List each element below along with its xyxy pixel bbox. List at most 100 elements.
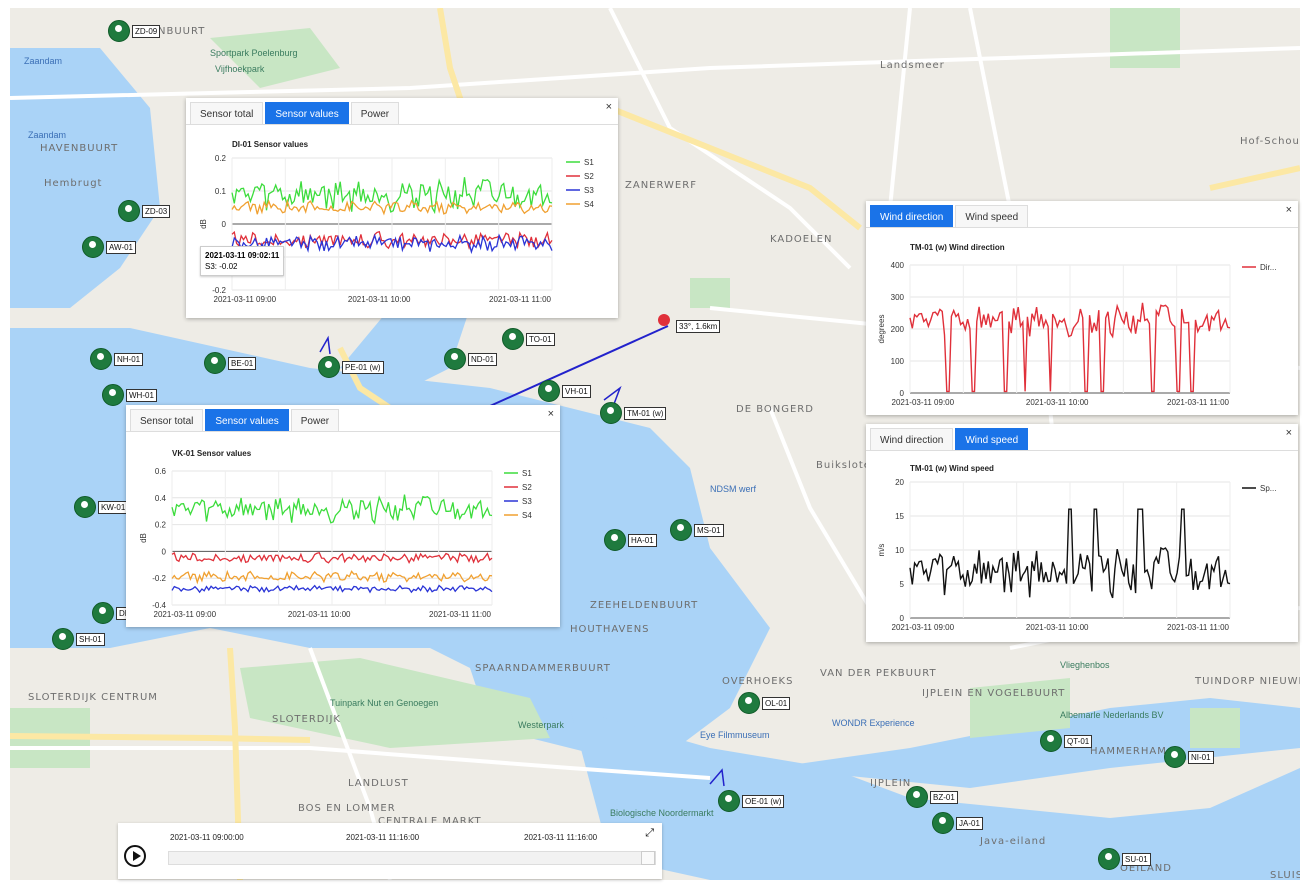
map-area-label: ZANERWERF — [625, 180, 697, 191]
sensor-marker[interactable]: NH-01 — [90, 348, 144, 370]
tab-wind-speed[interactable]: Wind speed — [955, 428, 1029, 450]
sensor-id-label: WH-01 — [126, 388, 157, 402]
sensor-pin-icon[interactable] — [718, 790, 740, 812]
sensor-pin-icon[interactable] — [82, 236, 104, 258]
sensor-marker[interactable]: AW-01 — [82, 236, 137, 258]
sensor-pin-icon[interactable] — [738, 692, 760, 714]
poi-label[interactable]: Westerpark — [518, 720, 564, 730]
panel-tabs: Wind direction Wind speed — [866, 424, 1298, 451]
sensor-id-label: SH-01 — [76, 632, 105, 646]
sensor-marker[interactable]: QT-01 — [1040, 730, 1093, 752]
sensor-pin-icon[interactable] — [1164, 746, 1186, 768]
sensor-marker[interactable]: WH-01 — [102, 384, 157, 406]
sensor-id-label: BE-01 — [228, 356, 257, 370]
sensor-id-label: AW-01 — [106, 240, 137, 254]
sensor-pin-icon[interactable] — [108, 20, 130, 42]
sensor-pin-icon[interactable] — [502, 328, 524, 350]
timeline-control: 2021-03-11 09:00:00 2021-03-11 11:16:00 … — [118, 823, 662, 879]
sensor-marker[interactable]: OE-01 (w) — [718, 790, 785, 812]
sensor-marker[interactable]: TO-01 — [502, 328, 555, 350]
sensor-marker[interactable]: OL-01 — [738, 692, 791, 714]
y-tick-label: 400 — [891, 261, 905, 270]
sensor-pin-icon[interactable] — [670, 519, 692, 541]
sensor-marker[interactable]: PE-01 (w) — [318, 356, 384, 378]
sensor-pin-icon[interactable] — [1040, 730, 1062, 752]
map-area-label: KADOELEN — [770, 234, 833, 245]
slider-handle[interactable] — [641, 851, 655, 865]
sensor-marker[interactable]: ZD-09 — [108, 20, 161, 42]
sensor-pin-icon[interactable] — [538, 380, 560, 402]
y-tick-label: 20 — [895, 478, 904, 487]
poi-label[interactable]: Zaandam — [28, 130, 66, 140]
map-area-label: OVERHOEKS — [722, 676, 794, 687]
y-axis-label: m/s — [877, 544, 886, 557]
sensor-marker[interactable]: JA-01 — [932, 812, 983, 834]
sensor-marker[interactable]: TM-01 (w) — [600, 402, 667, 424]
sensor-marker[interactable]: HA-01 — [604, 529, 657, 551]
sensor-marker[interactable]: SU-01 — [1098, 848, 1151, 870]
sensor-pin-icon[interactable] — [318, 356, 340, 378]
sensor-pin-icon[interactable] — [118, 200, 140, 222]
sensor-pin-icon[interactable] — [90, 348, 112, 370]
sensor-pin-icon[interactable] — [604, 529, 626, 551]
poi-label[interactable]: Albemarle Nederlands BV — [1060, 710, 1164, 720]
tab-wind-direction[interactable]: Wind direction — [870, 205, 954, 227]
play-icon[interactable] — [124, 845, 146, 867]
map-area-label: IJPLEIN EN VOGELBUURT — [922, 688, 1066, 699]
sensor-marker[interactable]: NI-01 — [1164, 746, 1214, 768]
poi-label[interactable]: Eye Filmmuseum — [700, 730, 770, 740]
sensor-pin-icon[interactable] — [906, 786, 928, 808]
wind-panel-speed: Wind direction Wind speed × TM-01 (w) Wi… — [866, 424, 1298, 642]
close-icon[interactable]: × — [1286, 427, 1292, 439]
y-tick-label: 0 — [162, 547, 167, 556]
location-pin-icon[interactable] — [658, 314, 670, 326]
tab-sensor-total[interactable]: Sensor total — [130, 409, 204, 431]
sensor-id-label: ZD-09 — [132, 24, 161, 38]
timeline-slider[interactable] — [168, 851, 656, 865]
poi-label[interactable]: Tuinpark Nut en Genoegen — [330, 698, 438, 708]
sensor-marker[interactable]: MS-01 — [670, 519, 724, 541]
close-icon[interactable]: × — [548, 408, 554, 420]
tab-wind-speed[interactable]: Wind speed — [955, 205, 1029, 227]
poi-label[interactable]: Vlieghenbos — [1060, 660, 1110, 670]
poi-label[interactable]: Biologische Noordermarkt — [610, 808, 714, 818]
tab-power[interactable]: Power — [350, 102, 400, 124]
sensor-pin-icon[interactable] — [102, 384, 124, 406]
poi-label[interactable]: WONDR Experience — [832, 718, 915, 728]
tab-sensor-total[interactable]: Sensor total — [190, 102, 264, 124]
close-icon[interactable]: × — [1286, 204, 1292, 216]
y-tick-label: 0.4 — [155, 494, 167, 503]
poi-label[interactable]: Sportpark Poelenburg — [210, 48, 298, 58]
sensor-marker[interactable]: ND-01 — [444, 348, 498, 370]
tab-sensor-values[interactable]: Sensor values — [205, 409, 289, 431]
expand-icon[interactable]: ⤢ — [645, 827, 654, 840]
sensor-pin-icon[interactable] — [52, 628, 74, 650]
sensor-pin-icon[interactable] — [92, 602, 114, 624]
sensor-pin-icon[interactable] — [932, 812, 954, 834]
sensor-pin-icon[interactable] — [600, 402, 622, 424]
y-tick-label: 5 — [900, 580, 905, 589]
tab-wind-direction[interactable]: Wind direction — [870, 428, 954, 450]
sensor-pin-icon[interactable] — [74, 496, 96, 518]
sensor-id-label: QT-01 — [1064, 734, 1093, 748]
sensor-pin-icon[interactable] — [1098, 848, 1120, 870]
sensor-pin-icon[interactable] — [204, 352, 226, 374]
sensor-marker[interactable]: BE-01 — [204, 352, 257, 374]
legend-label: S1 — [522, 469, 532, 478]
sensor-marker[interactable]: SH-01 — [52, 628, 105, 650]
poi-label[interactable]: NDSM werf — [710, 484, 756, 494]
sensor-marker[interactable]: ZD-03 — [118, 200, 171, 222]
poi-label[interactable]: Vijfhoekpark — [215, 64, 264, 74]
sensor-marker[interactable]: KW-01 — [74, 496, 129, 518]
sensor-marker[interactable]: VH-01 — [538, 380, 591, 402]
sensor-marker[interactable]: BZ-01 — [906, 786, 958, 808]
tab-sensor-values[interactable]: Sensor values — [265, 102, 349, 124]
sensor-id-label: KW-01 — [98, 500, 129, 514]
chart-vk01: 0.6 0.4 0.2 0 -0.2 -0.42021-03-11 09:00 2021-0… — [139, 467, 532, 619]
tab-power[interactable]: Power — [290, 409, 340, 431]
close-icon[interactable]: × — [606, 101, 612, 113]
sensor-id-label: SU-01 — [1122, 852, 1151, 866]
sensor-pin-icon[interactable] — [444, 348, 466, 370]
poi-label[interactable]: Zaandam — [24, 56, 62, 66]
sensor-panel-vk01: Sensor total Sensor values Power × VK-01… — [126, 405, 560, 627]
